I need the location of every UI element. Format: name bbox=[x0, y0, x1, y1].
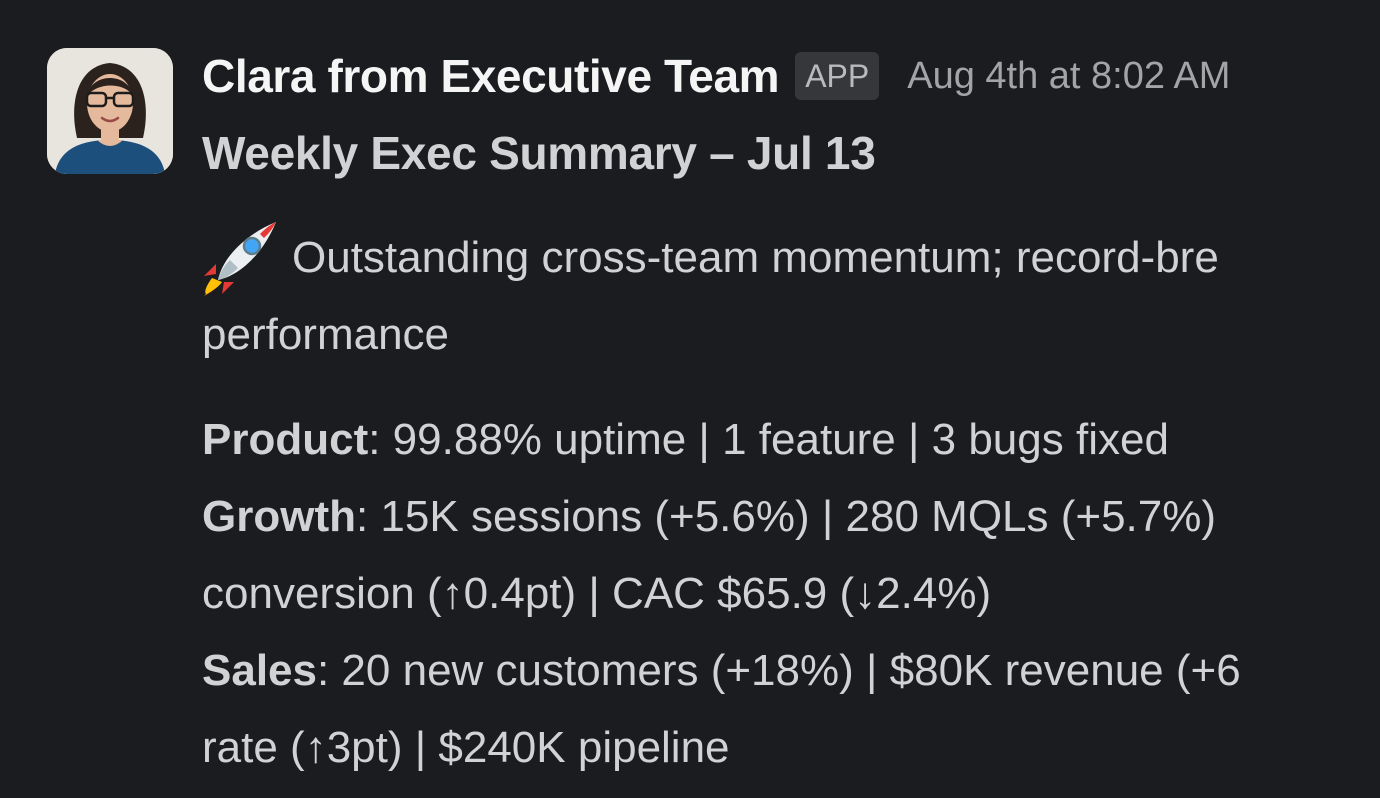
intro-text-line-1: Outstanding cross-team momentum; record-… bbox=[292, 233, 1219, 282]
product-label: Product bbox=[202, 415, 369, 464]
sales-stats-text-2: rate (↑3pt) | $240K pipeline bbox=[202, 723, 730, 772]
product-stats-line: Product: 99.88% uptime | 1 feature | 3 b… bbox=[202, 401, 1380, 478]
growth-stats-line-2: conversion (↑0.4pt) | CAC $65.9 (↓2.4%) bbox=[202, 555, 1380, 632]
rocket-icon bbox=[202, 220, 278, 296]
sales-stats-line-2: rate (↑3pt) | $240K pipeline bbox=[202, 709, 1380, 786]
intro-text-line-2: performance bbox=[202, 310, 450, 359]
message-title: Weekly Exec Summary – Jul 13 bbox=[202, 127, 876, 179]
sender-avatar[interactable] bbox=[47, 48, 173, 174]
sales-stats-line: Sales: 20 new customers (+18%) | $80K re… bbox=[202, 632, 1380, 709]
message-timestamp[interactable]: Aug 4th at 8:02 AM bbox=[907, 55, 1230, 98]
product-stats-text: : 99.88% uptime | 1 feature | 3 bugs fix… bbox=[368, 415, 1169, 464]
growth-stats-text-2: conversion (↑0.4pt) | CAC $65.9 (↓2.4%) bbox=[202, 569, 992, 618]
sales-label: Sales bbox=[202, 646, 317, 695]
stats-section: Product: 99.88% uptime | 1 feature | 3 b… bbox=[202, 401, 1380, 786]
growth-label: Growth bbox=[202, 492, 356, 541]
sales-stats-text: : 20 new customers (+18%) | $80K revenue… bbox=[316, 646, 1241, 695]
growth-stats-line: Growth: 15K sessions (+5.6%) | 280 MQLs … bbox=[202, 478, 1380, 555]
growth-stats-text: : 15K sessions (+5.6%) | 280 MQLs (+5.7%… bbox=[355, 492, 1217, 541]
sender-name[interactable]: Clara from Executive Team bbox=[202, 49, 780, 103]
app-badge: APP bbox=[795, 52, 880, 100]
intro-paragraph: Outstanding cross-team momentum; record-… bbox=[202, 219, 1380, 373]
message-header: Clara from Executive Team APP Aug 4th at… bbox=[202, 45, 1230, 107]
